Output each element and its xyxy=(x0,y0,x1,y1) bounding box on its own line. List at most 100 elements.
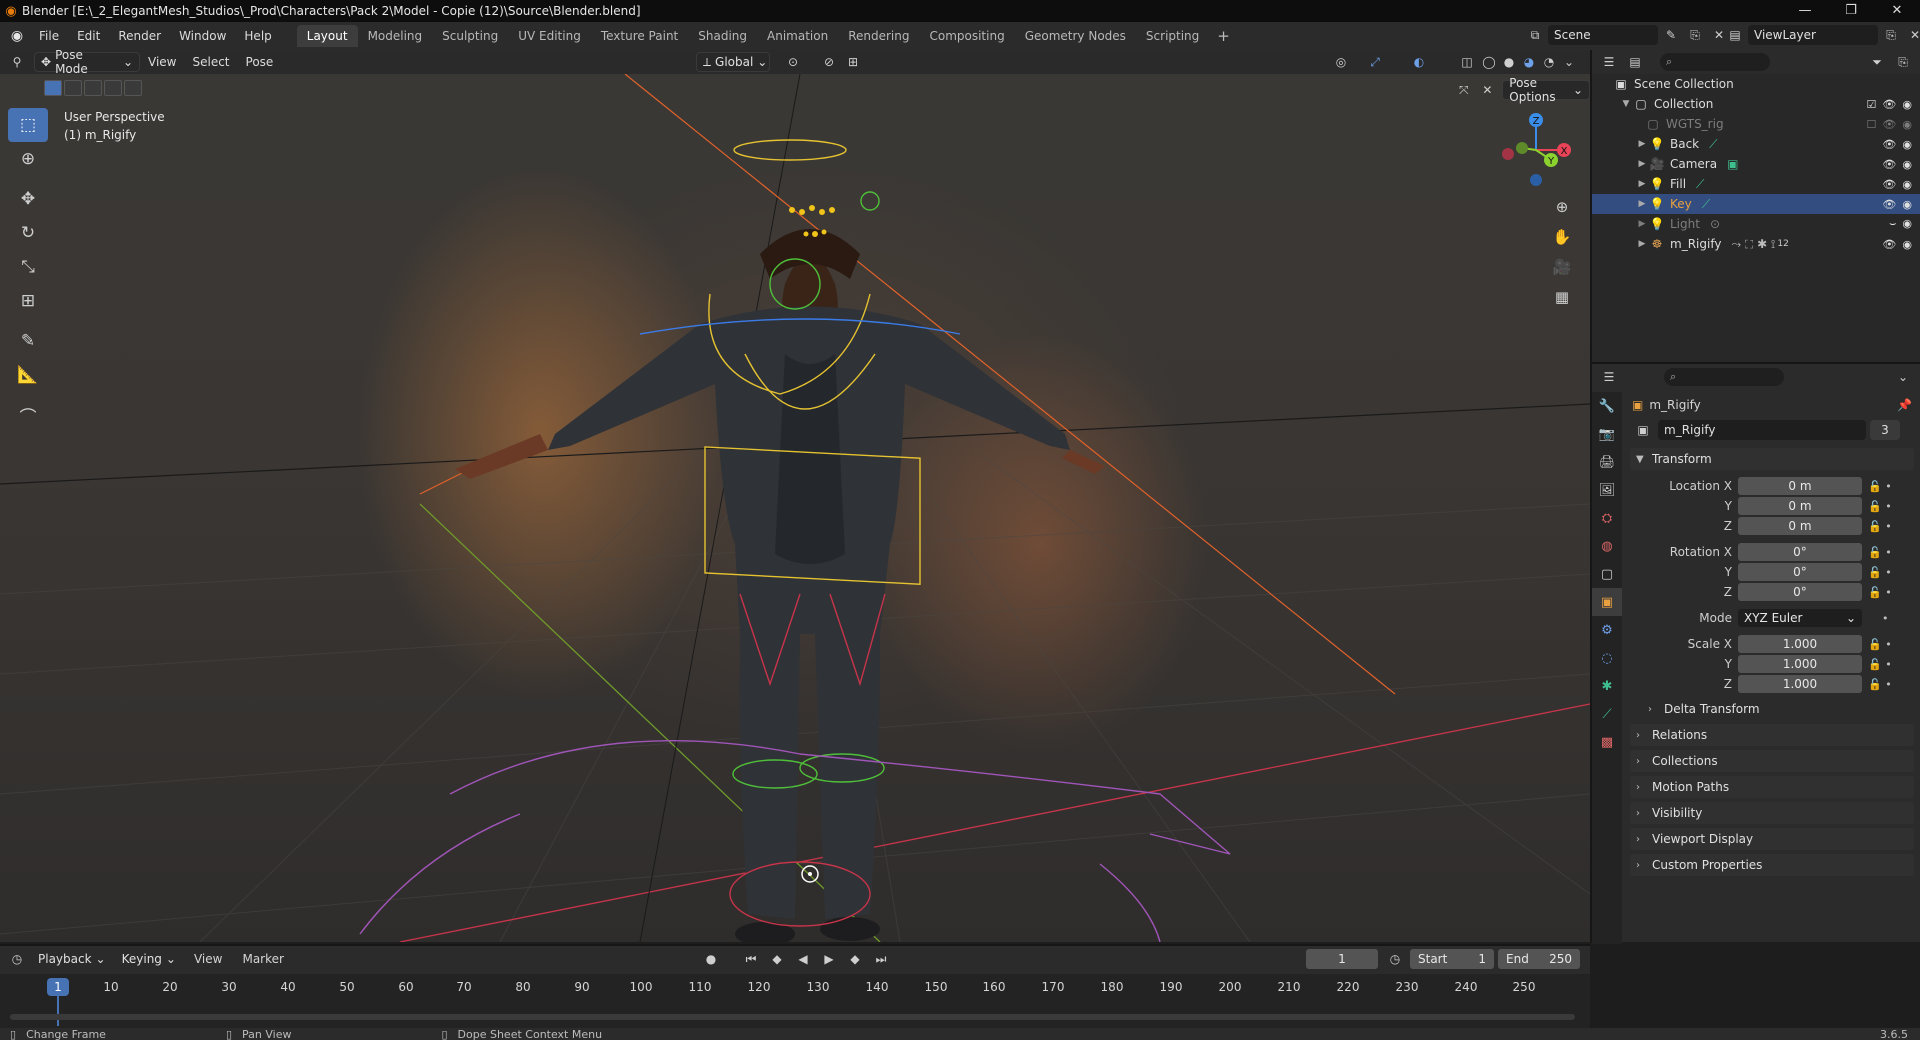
outliner-search-input[interactable]: ⌕ xyxy=(1660,53,1770,71)
rotation-x-field[interactable]: 0° xyxy=(1738,543,1862,561)
collections-section[interactable]: › Collections xyxy=(1630,750,1914,772)
keying-menu[interactable]: Keying ⌄ xyxy=(116,949,182,969)
select-new-icon[interactable] xyxy=(44,80,62,96)
transform-section-header[interactable]: ▼ Transform xyxy=(1630,448,1914,470)
navigation-gizmo[interactable]: Z X Y xyxy=(1496,110,1576,190)
transform-tool-icon[interactable]: ⊞ xyxy=(8,284,48,318)
timeline-scrollbar[interactable] xyxy=(10,1014,1575,1020)
scale-y-field[interactable]: 1.000 xyxy=(1738,655,1862,673)
select-intersect-icon[interactable] xyxy=(124,80,142,96)
eye-icon[interactable]: 👁 xyxy=(1882,158,1896,171)
eye-icon[interactable]: 👁 xyxy=(1882,118,1896,131)
eye-icon[interactable]: 👁 xyxy=(1882,98,1896,111)
texture-tab-icon[interactable]: ▩ xyxy=(1592,728,1622,756)
menu-view[interactable]: View xyxy=(140,55,184,69)
modifier-tab-icon[interactable]: ⚙ xyxy=(1592,616,1622,644)
menu-help[interactable]: Help xyxy=(235,22,280,50)
camera-icon[interactable]: ◉ xyxy=(1902,98,1912,111)
light-data-icon[interactable]: ⟋ xyxy=(1702,197,1710,212)
delete-viewlayer-icon[interactable]: ✕ xyxy=(1904,25,1920,45)
outliner-item-camera[interactable]: ▶ 🎥 Camera ▣ 👁 ◉ xyxy=(1592,154,1920,174)
camera-icon[interactable]: ◉ xyxy=(1902,198,1912,211)
pivot-icon[interactable]: ⊙ xyxy=(782,52,804,72)
camera-icon[interactable]: ◉ xyxy=(1902,238,1912,251)
neg-y-axis-handle-icon[interactable] xyxy=(1516,142,1528,154)
ortho-toggle-icon[interactable]: ▦ xyxy=(1548,282,1576,312)
scale-tool-icon[interactable]: ⤡ xyxy=(8,250,48,284)
tab-shading[interactable]: Shading xyxy=(688,25,757,47)
viewport-display-section[interactable]: › Viewport Display xyxy=(1630,828,1914,850)
lock-icon[interactable]: 🔓 • xyxy=(1868,520,1892,533)
blender-menu-icon[interactable]: ◉ xyxy=(4,28,30,44)
pose-options-dropdown[interactable]: Pose Options ⌄ xyxy=(1502,76,1590,104)
view-layer-tab-icon[interactable]: 🖼 xyxy=(1592,476,1622,504)
new-collection-icon[interactable]: ⎘ xyxy=(1892,52,1914,72)
xray-toggle-icon[interactable]: ◫ xyxy=(1456,52,1478,72)
scale-z-field[interactable]: 1.000 xyxy=(1738,675,1862,693)
lock-icon[interactable]: 🔓 • xyxy=(1868,638,1892,651)
tab-scripting[interactable]: Scripting xyxy=(1136,25,1209,47)
transform-orientation-selector[interactable]: ⟂ Global ⌄ xyxy=(696,52,770,72)
render-tab-icon[interactable]: 📷 xyxy=(1592,420,1622,448)
rotation-y-field[interactable]: 0° xyxy=(1738,563,1862,581)
record-icon[interactable]: ● xyxy=(700,949,722,969)
object-name-field[interactable]: m_Rigify xyxy=(1658,420,1866,440)
select-extend-icon[interactable] xyxy=(64,80,82,96)
end-frame-field[interactable]: End 250 xyxy=(1498,949,1580,969)
filter-icon[interactable]: ⏷ xyxy=(1866,52,1888,72)
expand-arrow-icon[interactable]: ▶ xyxy=(1636,159,1648,169)
bone-tab-icon[interactable]: ⟋ xyxy=(1592,700,1622,728)
lock-icon[interactable]: 🔓 • xyxy=(1868,566,1892,579)
camera-icon[interactable]: ◉ xyxy=(1902,118,1912,131)
lock-icon[interactable]: 🔓 • xyxy=(1868,480,1892,493)
select-invert-icon[interactable] xyxy=(104,80,122,96)
pin-icon[interactable]: 📌 xyxy=(1897,398,1912,412)
shading-options-icon[interactable]: ⌄ xyxy=(1558,52,1580,72)
zoom-icon[interactable]: ⊕ xyxy=(1548,192,1576,222)
tab-geometry-nodes[interactable]: Geometry Nodes xyxy=(1015,25,1136,47)
menu-edit[interactable]: Edit xyxy=(68,22,109,50)
camera-view-icon[interactable]: 🎥 xyxy=(1548,252,1576,282)
add-workspace-button[interactable]: + xyxy=(1209,27,1238,45)
lock-camera-icon[interactable]: ⤧ xyxy=(1455,80,1473,100)
object-data-tab-icon[interactable]: ✱ xyxy=(1592,672,1622,700)
current-frame-indicator[interactable]: 1 xyxy=(47,978,69,996)
keyframe-dot-icon[interactable]: • xyxy=(1868,612,1889,625)
menu-render[interactable]: Render xyxy=(109,22,170,50)
expand-arrow-icon[interactable]: ▶ xyxy=(1636,139,1648,149)
play-reverse-icon[interactable]: ◀ xyxy=(792,949,814,969)
lock-icon[interactable]: 🔓 • xyxy=(1868,658,1892,671)
camera-icon[interactable]: ◉ xyxy=(1902,178,1912,191)
properties-editor-type-icon[interactable]: ☰ xyxy=(1598,367,1620,387)
user-count-badge[interactable]: 3 xyxy=(1870,420,1900,440)
scene-tab-icon[interactable]: ⛭ xyxy=(1592,504,1622,532)
menu-select[interactable]: Select xyxy=(184,55,237,69)
world-tab-icon[interactable]: ◍ xyxy=(1592,532,1622,560)
object-tab-icon[interactable]: ▣ xyxy=(1592,588,1622,616)
tab-animation[interactable]: Animation xyxy=(757,25,838,47)
jump-start-icon[interactable]: ⏮ xyxy=(740,949,762,969)
editor-type-icon[interactable]: ⚲ xyxy=(6,52,28,72)
viewlayer-name-field[interactable]: ViewLayer xyxy=(1748,25,1878,45)
outliner-item-key[interactable]: ▶ 💡 Key ⟋ 👁 ◉ xyxy=(1592,194,1920,214)
eye-icon[interactable]: 👁 xyxy=(1882,238,1896,251)
select-box-tool-icon[interactable]: ⬚ xyxy=(8,108,48,142)
clock-icon[interactable]: ◷ xyxy=(1384,949,1406,969)
custom-properties-section[interactable]: › Custom Properties xyxy=(1630,854,1914,876)
expand-arrow-icon[interactable]: ▶ xyxy=(1636,239,1648,249)
visibility-filter-icon[interactable]: ◎ xyxy=(1330,52,1352,72)
play-icon[interactable]: ▶ xyxy=(818,949,840,969)
checkbox-icon[interactable]: ☐ xyxy=(1867,118,1877,131)
gizmo-toggle-icon[interactable]: ⤢ xyxy=(1364,52,1386,72)
tool-tab-icon[interactable]: 🔧 xyxy=(1592,392,1622,420)
motion-paths-section[interactable]: › Motion Paths xyxy=(1630,776,1914,798)
timeline-ruler[interactable]: 1 10 20 30 40 50 60 70 80 90 100 110 120… xyxy=(0,974,1590,1030)
tab-texture-paint[interactable]: Texture Paint xyxy=(591,25,688,47)
snap-target-icon[interactable]: ⊞ xyxy=(842,52,864,72)
eye-icon[interactable]: 👁 xyxy=(1882,178,1896,191)
outliner-item-m-rigify[interactable]: ▶ ☸ m_Rigify ⤳ ⛶ ✱ ⟟ 12 👁 ◉ xyxy=(1592,234,1920,254)
rotation-mode-select[interactable]: XYZ Euler ⌄ xyxy=(1738,609,1862,627)
visibility-section[interactable]: › Visibility xyxy=(1630,802,1914,824)
expand-arrow-icon[interactable]: ▼ xyxy=(1620,99,1632,109)
expand-arrow-icon[interactable]: ▶ xyxy=(1636,199,1648,209)
